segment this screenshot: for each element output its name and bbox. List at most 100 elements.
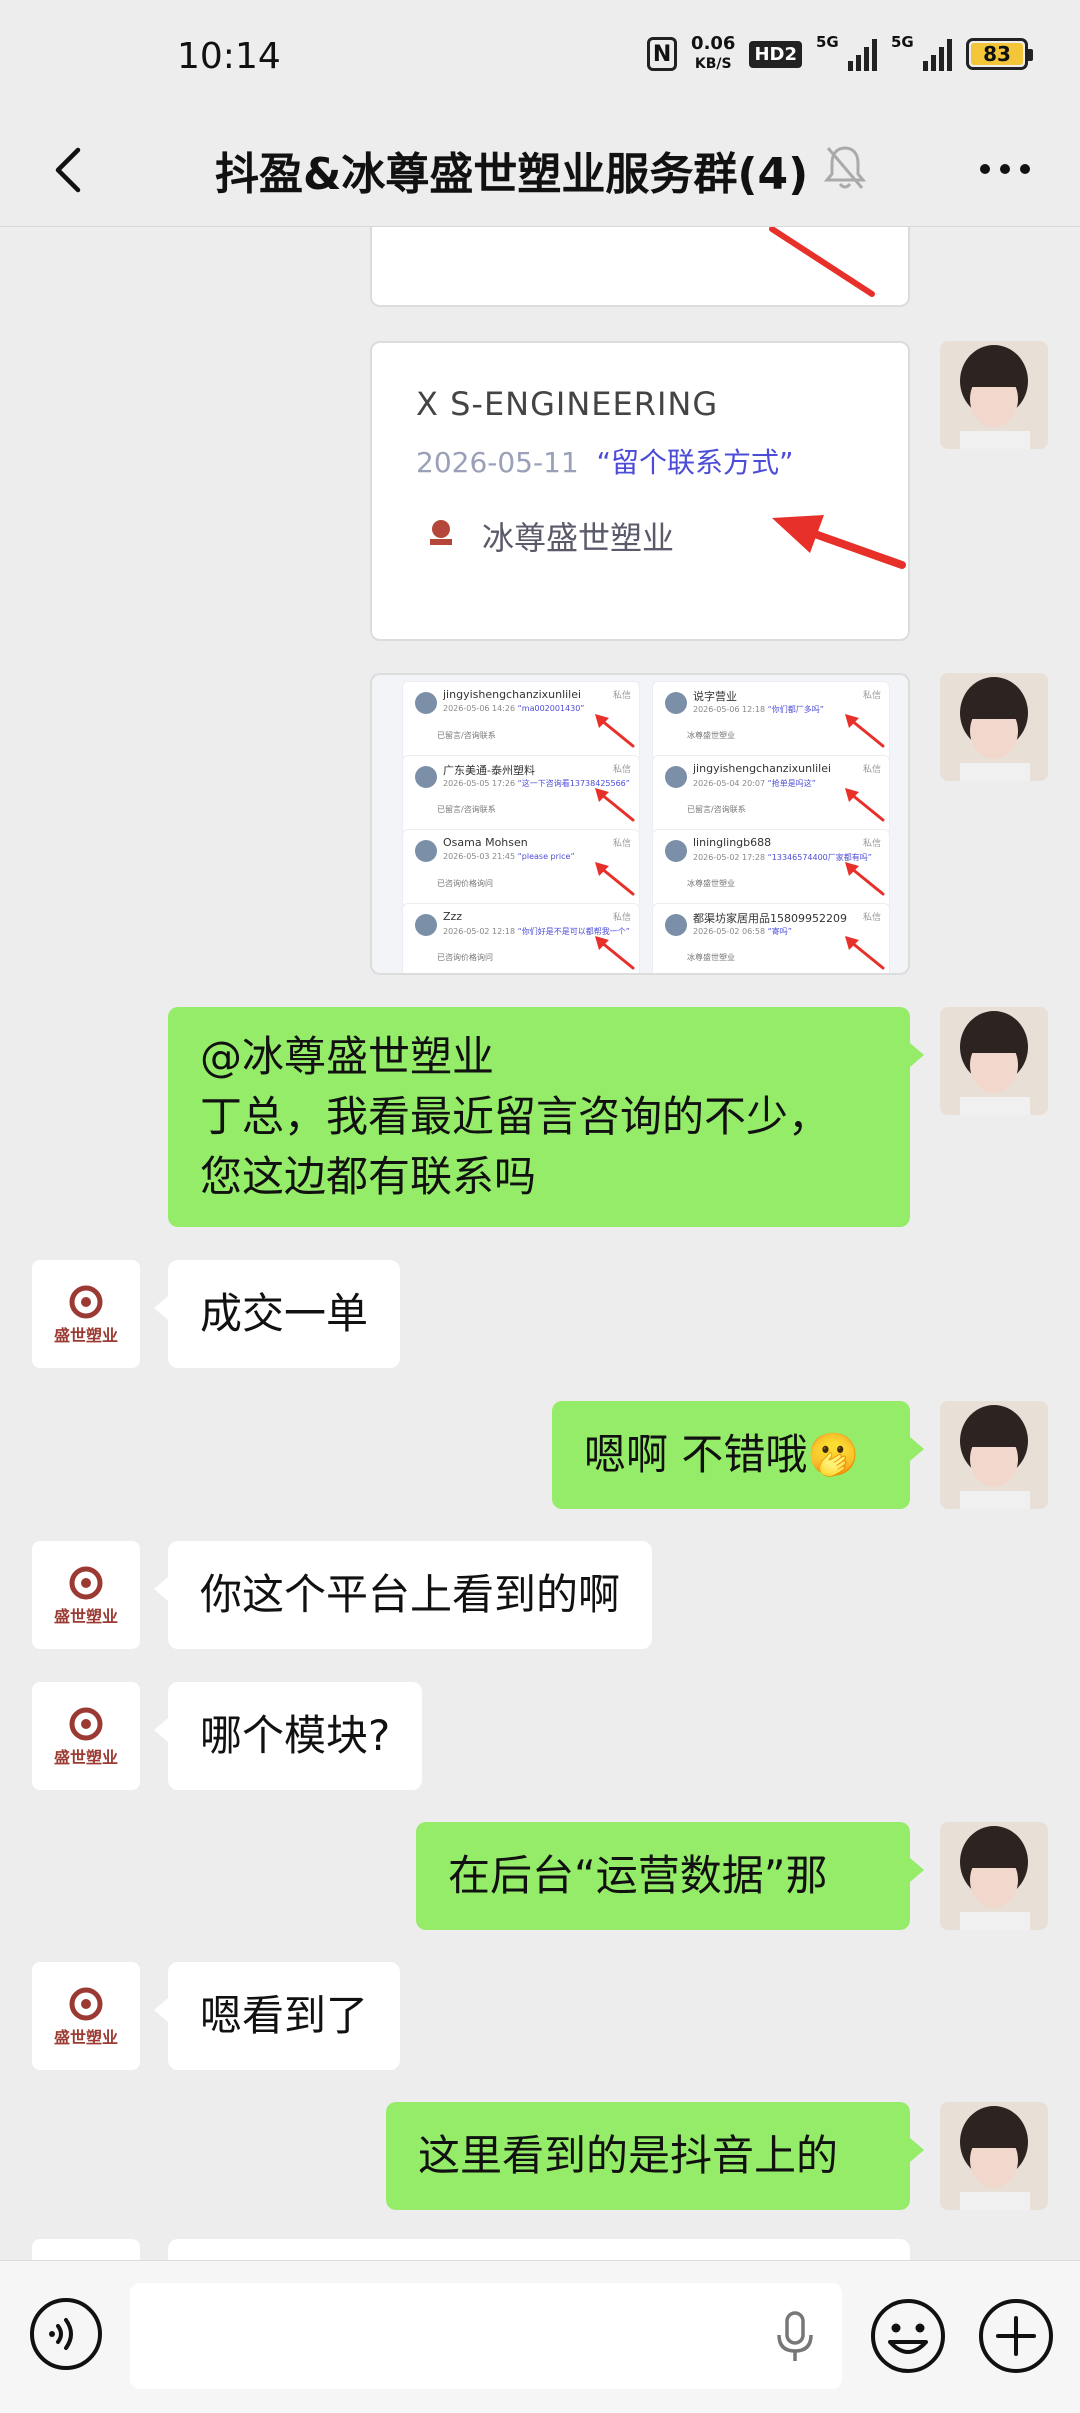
bell-muted-icon xyxy=(823,146,867,189)
grid-quote: “please price” xyxy=(517,852,575,861)
signal-label-1: 5G xyxy=(816,33,839,51)
chat-header: 抖盈&冰尊盛世塑业服务群(4) xyxy=(0,120,1080,227)
grid-date-value: 2026-05-06 12:18 xyxy=(693,705,766,714)
grid-sub: 已留言/咨询联系 xyxy=(437,731,496,740)
grid-cell: jingyishengchanzixunlilei 2026-05-04 20:0… xyxy=(652,755,890,835)
message-input[interactable] xyxy=(130,2283,842,2389)
grid-cell: lininglingb688 2026-05-02 17:28 “13346574… xyxy=(652,829,890,909)
avatar[interactable] xyxy=(940,1401,1048,1509)
grid-cell: Osama Mohsen 2026-05-03 21:45 “please pri… xyxy=(402,829,640,909)
chat-bubble[interactable]: 哪个模块? xyxy=(153,1682,423,1790)
avatar[interactable]: 盛世塑业 xyxy=(32,1682,140,1790)
more-horizontal-icon[interactable] xyxy=(975,144,1035,194)
grid-date-value: 2026-05-02 12:18 xyxy=(443,927,516,936)
image-message-card[interactable]: X S-ENGINEERING 2026-05-11 “留个联系方式” 冰尊盛世… xyxy=(370,341,910,641)
battery-icon: 83 xyxy=(966,38,1033,70)
chat-bubble[interactable]: 这里看到的是抖音上的 xyxy=(386,2102,924,2210)
avatar-image xyxy=(940,341,1048,449)
signal-icon-2: 5G xyxy=(891,33,952,71)
company-logo-icon xyxy=(69,1566,103,1600)
arrow-annotation xyxy=(772,515,906,569)
grid-sub: 冰尊盛世塑业 xyxy=(687,879,735,888)
avatar-image xyxy=(940,2102,1048,2210)
avatar[interactable]: 盛世塑业 xyxy=(32,1260,140,1368)
microphone-icon[interactable] xyxy=(770,2307,820,2367)
grid-date-value: 2026-05-06 14:26 xyxy=(443,704,516,713)
grid-avatar xyxy=(415,766,437,788)
chevron-left-icon[interactable] xyxy=(40,140,100,200)
grid-quote: “抢单是吗这” xyxy=(767,779,816,788)
grid-date-value: 2026-05-02 06:58 xyxy=(693,927,766,936)
grid-tag: 私信 xyxy=(862,839,881,849)
avatar-label: 盛世塑业 xyxy=(53,1607,118,1626)
grid-quote: “ma002001430” xyxy=(517,704,585,713)
avatar-label: 盛世塑业 xyxy=(53,2028,118,2047)
grid-cell: jingyishengchanzixunlilei 2026-05-06 14:2… xyxy=(402,681,640,761)
avatar[interactable] xyxy=(940,1007,1048,1115)
arrow-annotation xyxy=(845,788,885,822)
grid-avatar xyxy=(665,692,687,714)
arrow-annotation xyxy=(595,862,635,896)
arrow-annotation xyxy=(595,714,635,748)
arrow-annotation xyxy=(845,862,885,896)
grid-date-value: 2026-05-02 17:28 xyxy=(693,853,766,862)
avatar[interactable]: 盛世塑业 xyxy=(32,1541,140,1649)
chat-bubble[interactable]: @冰尊盛世塑业 丁总，我看最近留言咨询的不少， 您这边都有联系吗 xyxy=(168,1007,924,1227)
status-time: 10:14 xyxy=(177,36,281,77)
avatar[interactable] xyxy=(940,1822,1048,1930)
grid-name: Osama Mohsen xyxy=(443,836,528,849)
grid-date: 2026-05-04 20:07 “抢单是吗这” xyxy=(693,778,816,789)
avatar[interactable] xyxy=(32,2239,140,2260)
arrow-annotation xyxy=(595,788,635,822)
chat-bubble-partial[interactable] xyxy=(168,2239,910,2260)
avatar-image xyxy=(940,1007,1048,1115)
chat-bubble[interactable]: 嗯看到了 xyxy=(153,1962,401,2070)
chat-bubble[interactable]: 你这个平台上看到的啊 xyxy=(153,1541,653,1649)
grid-avatar xyxy=(665,766,687,788)
avatar[interactable] xyxy=(940,341,1048,449)
avatar-image xyxy=(940,1822,1048,1930)
avatar-image xyxy=(940,673,1048,781)
chat-bubble[interactable]: 嗯啊 不错哦🫢 xyxy=(552,1401,924,1509)
grid-cell: 都渠坊家居用品15809952209 2026-05-02 06:58 “寄吗” 私… xyxy=(652,903,890,973)
grid-name: 广东美通-泰州塑料 xyxy=(443,764,535,777)
grid-name: Zzz xyxy=(443,910,463,923)
grid-name: jingyishengchanzixunlilei xyxy=(693,762,832,775)
input-bar xyxy=(0,2260,1080,2413)
plus-circle-icon[interactable] xyxy=(976,2296,1056,2376)
grid-date-value: 2026-05-03 21:45 xyxy=(443,852,516,861)
avatar[interactable] xyxy=(940,2102,1048,2210)
arrow-annotation xyxy=(769,227,875,297)
company-logo-icon xyxy=(69,1987,103,2021)
image-message-partial[interactable] xyxy=(370,227,910,307)
grid-cell: Zzz 2026-05-02 12:18 “你们好是不是可以都帮我一个” 私信 已咨询… xyxy=(402,903,640,973)
avatar[interactable]: 盛世塑业 xyxy=(32,1962,140,2070)
grid-tag: 私信 xyxy=(612,839,631,849)
avatar-image xyxy=(940,1401,1048,1509)
image-message-grid[interactable]: jingyishengchanzixunlilei 2026-05-06 14:2… xyxy=(370,673,910,975)
grid-name: lininglingb688 xyxy=(693,836,772,849)
grid-quote: “你们都厂多吗” xyxy=(767,705,824,714)
grid-tag: 私信 xyxy=(862,913,881,923)
grid-tag: 私信 xyxy=(612,913,631,923)
network-speed-unit: KB/S xyxy=(694,56,732,72)
grid-date-value: 2026-05-04 20:07 xyxy=(693,779,766,788)
grid-avatar xyxy=(415,692,437,714)
avatar[interactable] xyxy=(940,673,1048,781)
grid-sub: 已留言/咨询联系 xyxy=(687,805,746,814)
grid-tag: 私信 xyxy=(612,691,631,701)
message-list[interactable]: X S-ENGINEERING 2026-05-11 “留个联系方式” 冰尊盛世… xyxy=(0,227,1080,2260)
emoji-icon[interactable] xyxy=(868,2296,948,2376)
voice-icon[interactable] xyxy=(28,2296,104,2372)
grid-avatar xyxy=(415,840,437,862)
avatar-label: 盛世塑业 xyxy=(53,1326,118,1345)
grid-sub: 已咨询价格询问 xyxy=(437,953,493,962)
grid-sub: 冰尊盛世塑业 xyxy=(687,731,735,740)
chat-bubble[interactable]: 在后台“运营数据”那 xyxy=(416,1822,924,1930)
grid-date: 2026-05-02 06:58 “寄吗” xyxy=(693,926,792,937)
network-speed-value: 0.06 xyxy=(691,33,736,54)
grid-cell: 说字营业 2026-05-06 12:18 “你们都厂多吗” 私信 冰尊盛世塑业 xyxy=(652,681,890,761)
network-speed: 0.06 KB/S xyxy=(691,34,735,74)
chat-bubble[interactable]: 成交一单 xyxy=(153,1260,401,1368)
grid-sub: 冰尊盛世塑业 xyxy=(687,953,735,962)
